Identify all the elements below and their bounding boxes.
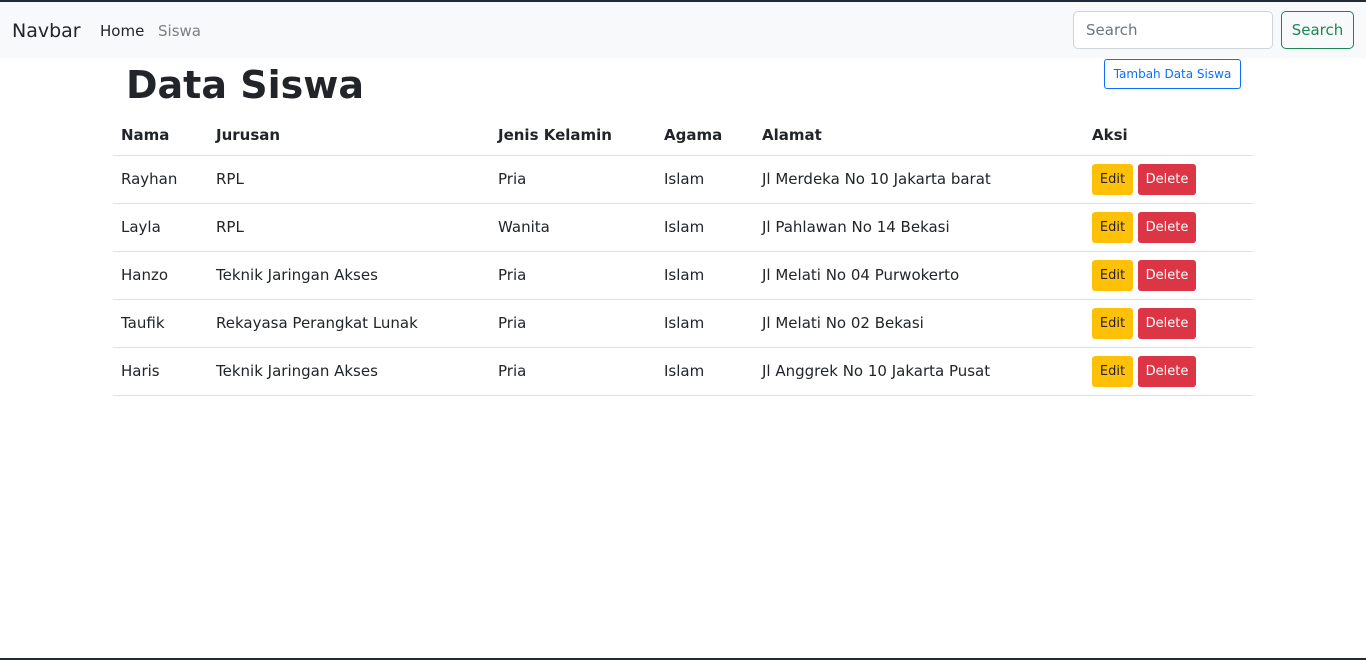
cell-alamat: Jl Merdeka No 10 Jakarta barat [754,155,1084,204]
cell-alamat: Jl Pahlawan No 14 Bekasi [754,203,1084,252]
cell-nama: Rayhan [113,155,208,204]
cell-alamat: Jl Melati No 04 Purwokerto [754,251,1084,300]
table-row: Haris Teknik Jaringan Akses Pria Islam J… [113,347,1253,396]
cell-aksi: Edit Delete [1084,251,1253,300]
cell-agama: Islam [656,347,754,396]
delete-button[interactable]: Delete [1138,163,1196,195]
student-table: Nama Jurusan Jenis Kelamin Agama Alamat … [113,115,1253,396]
cell-agama: Islam [656,251,754,300]
header-alamat: Alamat [754,115,1084,156]
header-nama: Nama [113,115,208,156]
table-row: Hanzo Teknik Jaringan Akses Pria Islam J… [113,251,1253,300]
cell-jenis-kelamin: Pria [490,299,656,348]
cell-aksi: Edit Delete [1084,155,1253,204]
edit-button[interactable]: Edit [1092,355,1133,387]
cell-jurusan: RPL [208,155,490,204]
cell-jenis-kelamin: Wanita [490,203,656,252]
edit-button[interactable]: Edit [1092,211,1133,243]
header-agama: Agama [656,115,754,156]
add-student-button[interactable]: Tambah Data Siswa [1104,59,1241,89]
delete-button[interactable]: Delete [1138,355,1196,387]
page-title: Data Siswa [126,63,364,107]
edit-button[interactable]: Edit [1092,163,1133,195]
cell-jenis-kelamin: Pria [490,251,656,300]
cell-nama: Haris [113,347,208,396]
table-row: Taufik Rekayasa Perangkat Lunak Pria Isl… [113,299,1253,348]
search-input[interactable] [1073,11,1273,49]
navbar-brand[interactable]: Navbar [12,19,81,43]
header-aksi: Aksi [1084,115,1253,156]
cell-agama: Islam [656,155,754,204]
table-row: Rayhan RPL Pria Islam Jl Merdeka No 10 J… [113,155,1253,204]
navbar: Navbar Home Siswa Search [0,2,1366,58]
cell-jurusan: RPL [208,203,490,252]
cell-jurusan: Teknik Jaringan Akses [208,347,490,396]
nav-link-siswa[interactable]: Siswa [158,21,201,41]
cell-jenis-kelamin: Pria [490,155,656,204]
header-jenis-kelamin: Jenis Kelamin [490,115,656,156]
cell-nama: Hanzo [113,251,208,300]
table-row: Layla RPL Wanita Islam Jl Pahlawan No 14… [113,203,1253,252]
delete-button[interactable]: Delete [1138,211,1196,243]
student-table-container: Nama Jurusan Jenis Kelamin Agama Alamat … [113,115,1253,396]
cell-aksi: Edit Delete [1084,299,1253,348]
header-jurusan: Jurusan [208,115,490,156]
nav-link-home[interactable]: Home [100,21,144,41]
cell-nama: Taufik [113,299,208,348]
edit-button[interactable]: Edit [1092,259,1133,291]
cell-aksi: Edit Delete [1084,203,1253,252]
edit-button[interactable]: Edit [1092,307,1133,339]
cell-jurusan: Rekayasa Perangkat Lunak [208,299,490,348]
cell-jenis-kelamin: Pria [490,347,656,396]
cell-alamat: Jl Anggrek No 10 Jakarta Pusat [754,347,1084,396]
cell-jurusan: Teknik Jaringan Akses [208,251,490,300]
cell-agama: Islam [656,299,754,348]
table-header-row: Nama Jurusan Jenis Kelamin Agama Alamat … [113,115,1253,156]
delete-button[interactable]: Delete [1138,307,1196,339]
cell-nama: Layla [113,203,208,252]
search-button[interactable]: Search [1281,11,1354,49]
delete-button[interactable]: Delete [1138,259,1196,291]
cell-alamat: Jl Melati No 02 Bekasi [754,299,1084,348]
cell-aksi: Edit Delete [1084,347,1253,396]
cell-agama: Islam [656,203,754,252]
